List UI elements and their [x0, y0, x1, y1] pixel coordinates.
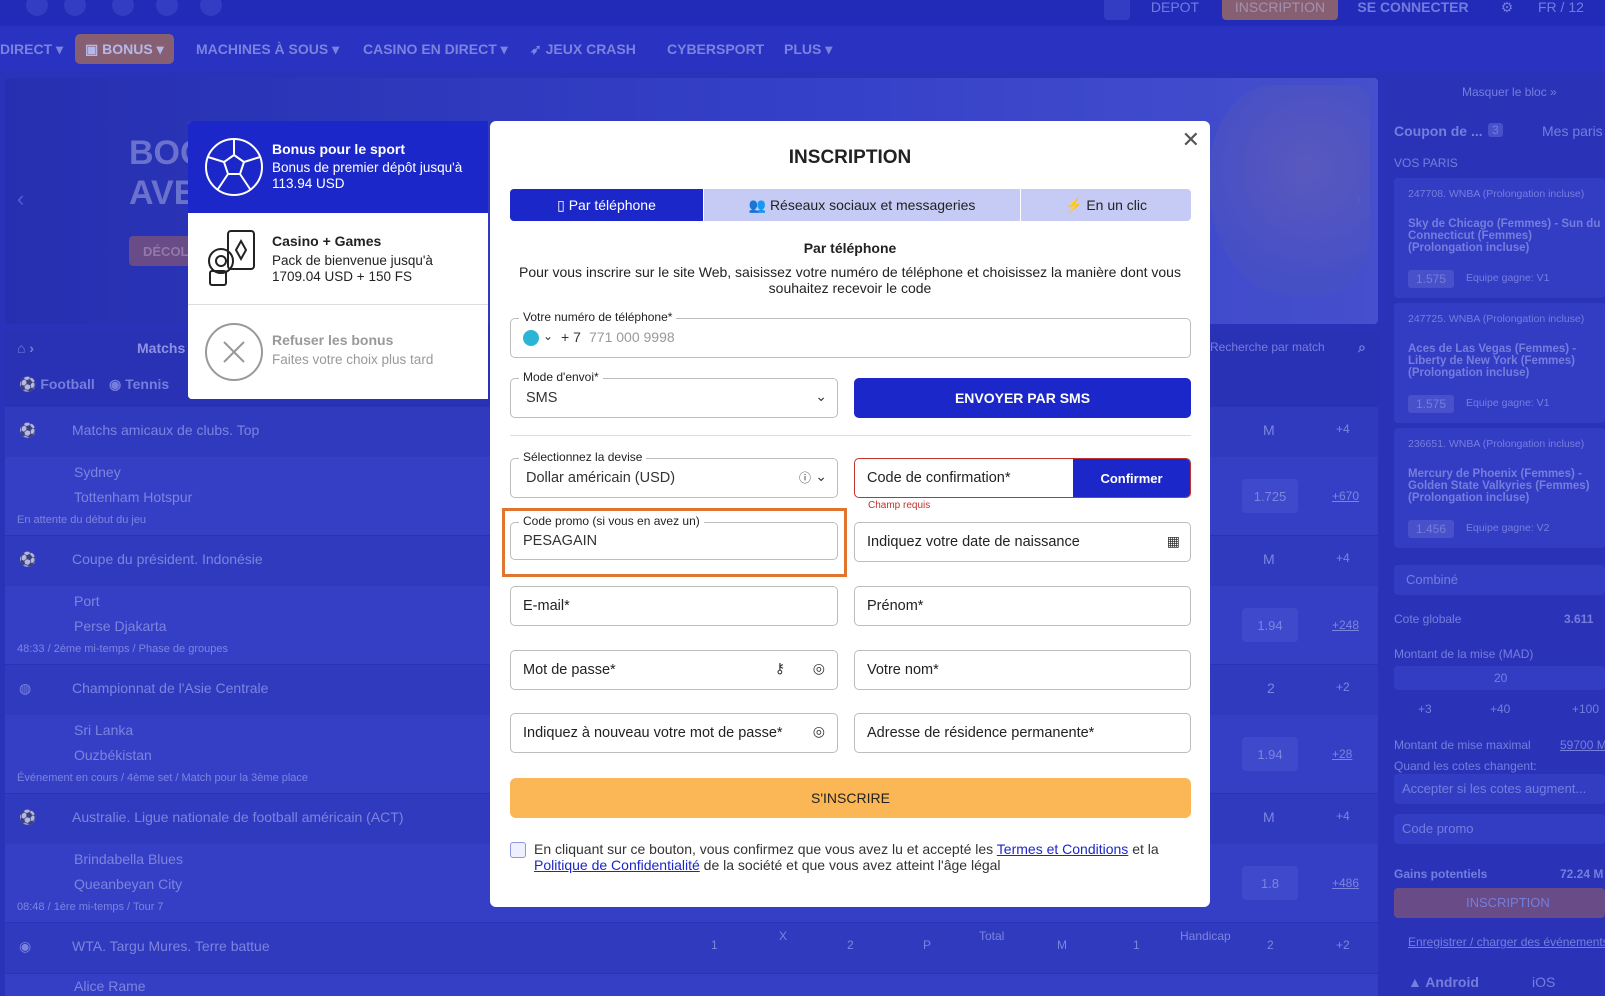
terms-checkbox[interactable]	[510, 842, 526, 858]
bonus-selection-panel: Bonus pour le sport Bonus de premier dép…	[188, 121, 488, 399]
section-intro: Pour vous inscrire sur le site Web, sais…	[519, 264, 1181, 280]
tab-label: En un clic	[1086, 197, 1148, 213]
eye-off-icon[interactable]: ◎	[813, 723, 825, 740]
users-icon: 👥	[748, 196, 770, 213]
field-label: Votre numéro de téléphone*	[519, 310, 677, 324]
currency-select[interactable]: Sélectionnez la devise Dollar américain …	[510, 450, 838, 498]
bonus-title: Casino + Games	[272, 233, 382, 249]
field-label: Code promo (si vous en avez un)	[519, 514, 704, 528]
info-icon[interactable]: ⓘ	[799, 469, 811, 486]
field-label: Sélectionnez la devise	[519, 450, 647, 464]
confirm-button[interactable]: Confirmer	[1073, 459, 1190, 497]
tab-label: Par téléphone	[568, 197, 656, 213]
bonus-desc: 113.94 USD	[272, 176, 345, 191]
section-title: Par téléphone	[803, 240, 897, 256]
bonus-title: Bonus pour le sport	[272, 141, 405, 157]
phone-field[interactable]: Votre numéro de téléphone* ⌄ + 7 771 000…	[510, 310, 1191, 358]
field-placeholder: E-mail*	[523, 598, 570, 614]
password-field[interactable]: Mot de passe* ⚷ ◎	[510, 650, 838, 690]
casino-chips-icon	[208, 230, 255, 286]
phone-prefix: + 7	[561, 329, 581, 345]
field-placeholder: Mot de passe*	[523, 662, 616, 678]
calendar-icon[interactable]: ▦	[1167, 533, 1180, 550]
send-mode-select[interactable]: Mode d'envoi* SMS ⌄	[510, 370, 838, 418]
tab-label: Réseaux sociaux et messageries	[769, 197, 976, 213]
close-circle-icon	[205, 323, 263, 381]
phone-icon: ▯	[557, 196, 569, 213]
send-sms-button[interactable]: ENVOYER PAR SMS	[854, 378, 1191, 418]
tab-one-click[interactable]: ⚡ En un clic	[1021, 189, 1191, 221]
terms-part: et la	[1128, 841, 1159, 857]
chevron-down-icon[interactable]: ⌄	[543, 329, 553, 343]
field-placeholder: Votre nom*	[867, 662, 939, 678]
firstname-field[interactable]: Prénom*	[854, 586, 1191, 626]
address-field[interactable]: Adresse de résidence permanente*	[854, 713, 1191, 753]
flag-kz-icon[interactable]	[523, 330, 539, 346]
privacy-link[interactable]: Politique de Confidentialité	[534, 857, 700, 873]
divider	[510, 435, 1191, 436]
email-field[interactable]: E-mail*	[510, 586, 838, 626]
registration-modal: ✕ INSCRIPTION ▯ Par téléphone 👥 Réseaux …	[490, 121, 1210, 907]
registration-tabs: ▯ Par téléphone 👥 Réseaux sociaux et mes…	[510, 189, 1191, 221]
lastname-field[interactable]: Votre nom*	[854, 650, 1191, 690]
terms-part: En cliquant sur ce bouton, vous confirme…	[534, 841, 997, 857]
bonus-desc: 1709.04 USD + 150 FS	[272, 269, 412, 284]
field-placeholder: Code de confirmation*	[867, 470, 1011, 486]
send-mode-value: SMS	[526, 390, 558, 406]
lightning-icon: ⚡	[1064, 196, 1087, 213]
soccer-ball-icon	[205, 138, 263, 196]
password-confirm-field[interactable]: Indiquez à nouveau votre mot de passe* ◎	[510, 713, 838, 753]
section-intro: souhaitez recevoir le code	[768, 280, 932, 296]
terms-text: En cliquant sur ce bouton, vous confirme…	[534, 841, 1184, 873]
refuse-bonus-option[interactable]: Refuser les bonus Faites votre choix plu…	[188, 306, 488, 399]
field-placeholder: Indiquez à nouveau votre mot de passe*	[523, 725, 783, 741]
bonus-desc: Bonus de premier dépôt jusqu'à	[272, 160, 463, 175]
tab-social[interactable]: 👥 Réseaux sociaux et messageries	[704, 189, 1021, 221]
field-placeholder: Prénom*	[867, 598, 924, 614]
phone-placeholder: 771 000 9998	[589, 329, 675, 345]
submit-button[interactable]: S'INSCRIRE	[510, 778, 1191, 818]
key-icon[interactable]: ⚷	[775, 660, 785, 677]
confirmation-code-field[interactable]: Code de confirmation* Confirmer	[854, 458, 1191, 498]
modal-title: INSCRIPTION	[788, 147, 912, 168]
tab-phone[interactable]: ▯ Par téléphone	[510, 189, 704, 221]
field-placeholder: Indiquez votre date de naissance	[867, 534, 1080, 550]
bonus-casino-option[interactable]: Casino + Games Pack de bienvenue jusqu'à…	[188, 213, 488, 305]
eye-off-icon[interactable]: ◎	[813, 660, 825, 677]
required-error: Champ requis	[868, 500, 931, 511]
birthdate-field[interactable]: Indiquez votre date de naissance ▦	[854, 522, 1191, 562]
field-label: Mode d'envoi*	[519, 370, 603, 384]
bonus-sport-option[interactable]: Bonus pour le sport Bonus de premier dép…	[188, 121, 488, 213]
field-placeholder: Adresse de résidence permanente*	[867, 725, 1095, 741]
promo-value: PESAGAIN	[523, 533, 598, 549]
chevron-down-icon: ⌄	[815, 468, 827, 484]
terms-part: de la société et que vous avez atteint l…	[699, 857, 1001, 873]
bonus-desc: Faites votre choix plus tard	[272, 352, 434, 367]
bonus-title: Refuser les bonus	[272, 332, 394, 348]
promo-code-field[interactable]: Code promo (si vous en avez un) PESAGAIN	[510, 514, 838, 560]
chevron-down-icon: ⌄	[815, 388, 827, 404]
terms-link[interactable]: Termes et Conditions	[997, 841, 1129, 857]
currency-value: Dollar américain (USD)	[526, 470, 676, 486]
bonus-desc: Pack de bienvenue jusqu'à	[272, 253, 433, 268]
